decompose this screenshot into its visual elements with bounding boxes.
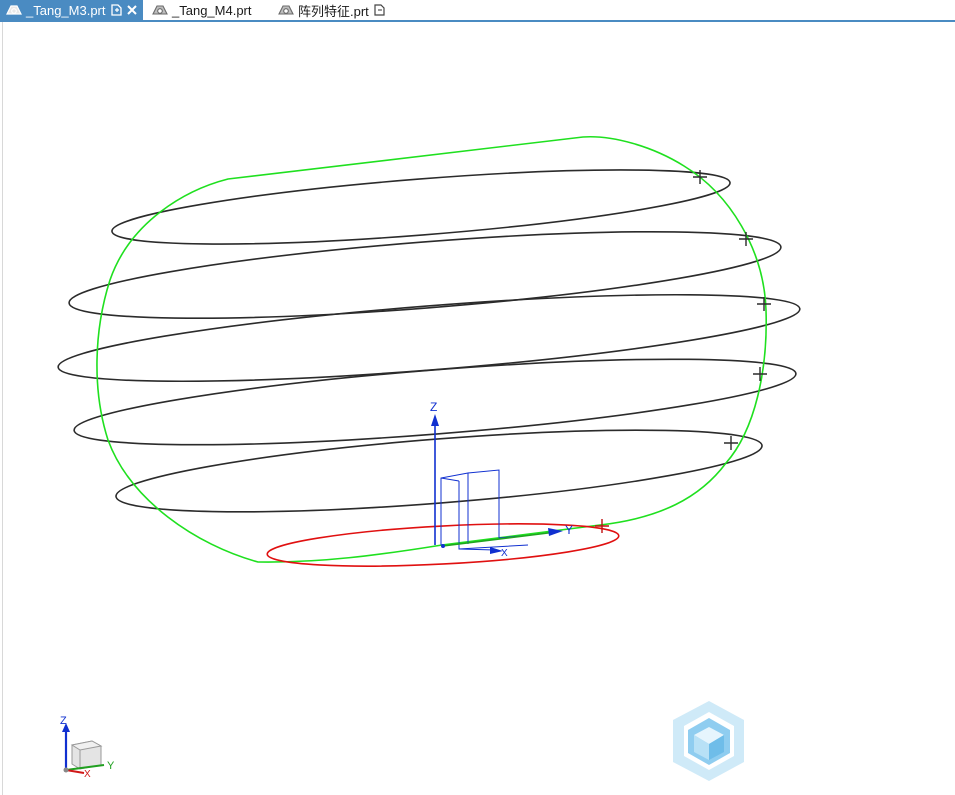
helix-loop-2	[68, 230, 782, 320]
model-geometry: Z Y X Z Y X	[57, 135, 801, 781]
triad-z-label: Z	[60, 715, 67, 727]
datum-y-label: Y	[565, 523, 573, 537]
helix-loop-5	[115, 429, 763, 513]
tick-mark-red	[595, 519, 609, 533]
view-triad: Z Y X	[60, 715, 115, 780]
tick-mark	[724, 436, 738, 450]
datum-z-arrow	[431, 414, 439, 426]
triad-x-label: X	[84, 769, 91, 780]
datum-z-label: Z	[430, 400, 437, 414]
datum-x-label: X	[501, 548, 508, 559]
helix-loop-1	[111, 169, 731, 245]
tick-mark	[753, 367, 767, 381]
triad-y-label: Y	[107, 760, 115, 772]
helix-loop-3	[57, 293, 801, 383]
datum-origin	[441, 544, 445, 548]
cube-watermark-icon	[673, 701, 744, 781]
boundary-curve	[96, 135, 767, 563]
datum-csys	[440, 469, 529, 551]
